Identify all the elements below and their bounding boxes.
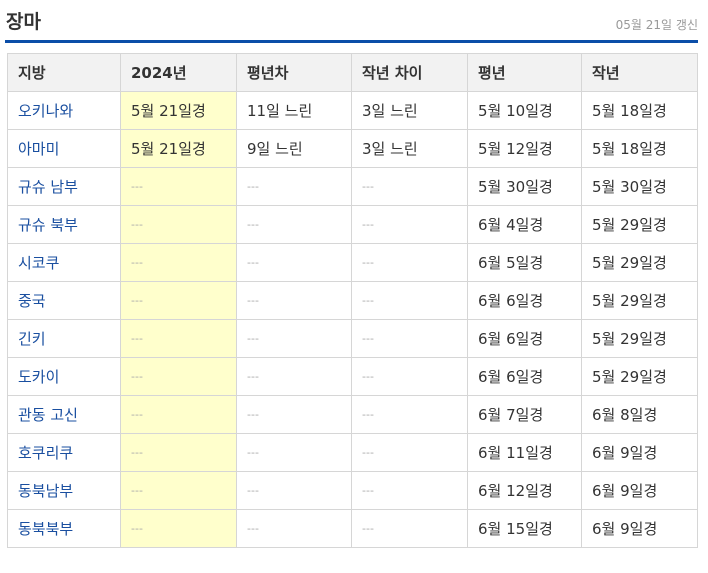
region-link[interactable]: 시코쿠: [7, 243, 121, 282]
page-title: 장마: [6, 11, 41, 33]
table-row: 시코쿠 --- --- --- 6월 5일경 5월 29일경: [7, 243, 698, 282]
region-link[interactable]: 아마미: [7, 129, 121, 168]
table-row: 중국 --- --- --- 6월 6일경 5월 29일경: [7, 281, 698, 320]
cell-diff-normal: ---: [236, 167, 352, 206]
cell-normal: 5월 12일경: [467, 129, 582, 168]
cell-diff-normal: ---: [236, 357, 352, 396]
cell-normal: 6월 12일경: [467, 471, 582, 510]
cell-diff-last-year: ---: [351, 433, 468, 472]
table-row: 규슈 남부 --- --- --- 5월 30일경 5월 30일경: [7, 167, 698, 206]
cell-diff-last-year: ---: [351, 395, 468, 434]
column-header-last-year: 작년: [581, 53, 698, 92]
cell-diff-normal: 11일 느린: [236, 91, 352, 130]
table-row: 오키나와 5월 21일경 11일 느린 3일 느린 5월 10일경 5월 18일경: [7, 91, 698, 130]
cell-normal: 6월 5일경: [467, 243, 582, 282]
cell-last-year: 6월 8일경: [581, 395, 698, 434]
region-link[interactable]: 오키나와: [7, 91, 121, 130]
column-header-normal: 평년: [467, 53, 582, 92]
cell-diff-last-year: ---: [351, 357, 468, 396]
cell-normal: 6월 6일경: [467, 281, 582, 320]
cell-diff-normal: 9일 느린: [236, 129, 352, 168]
region-link[interactable]: 규슈 북부: [7, 205, 121, 244]
cell-normal: 6월 6일경: [467, 357, 582, 396]
cell-normal: 5월 10일경: [467, 91, 582, 130]
column-header-2024: 2024년: [120, 53, 237, 92]
cell-normal: 5월 30일경: [467, 167, 582, 206]
region-link[interactable]: 긴키: [7, 319, 121, 358]
cell-diff-last-year: ---: [351, 471, 468, 510]
region-link[interactable]: 도카이: [7, 357, 121, 396]
cell-diff-normal: ---: [236, 433, 352, 472]
cell-2024: 5월 21일경: [120, 91, 237, 130]
cell-diff-last-year: 3일 느린: [351, 91, 468, 130]
cell-diff-normal: ---: [236, 509, 352, 548]
table-header-row: 지방 2024년 평년차 작년 차이 평년 작년: [7, 53, 698, 92]
cell-diff-last-year: ---: [351, 167, 468, 206]
cell-diff-last-year: ---: [351, 281, 468, 320]
table-row: 호쿠리쿠 --- --- --- 6월 11일경 6월 9일경: [7, 433, 698, 472]
cell-2024: ---: [120, 243, 237, 282]
region-link[interactable]: 동북남부: [7, 471, 121, 510]
cell-last-year: 6월 9일경: [581, 471, 698, 510]
cell-last-year: 5월 30일경: [581, 167, 698, 206]
cell-2024: ---: [120, 319, 237, 358]
cell-last-year: 5월 29일경: [581, 243, 698, 282]
region-link[interactable]: 중국: [7, 281, 121, 320]
region-link[interactable]: 동북북부: [7, 509, 121, 548]
cell-diff-normal: ---: [236, 281, 352, 320]
table-row: 도카이 --- --- --- 6월 6일경 5월 29일경: [7, 357, 698, 396]
column-header-diff-normal: 평년차: [236, 53, 352, 92]
cell-normal: 6월 11일경: [467, 433, 582, 472]
cell-2024: ---: [120, 167, 237, 206]
cell-last-year: 5월 29일경: [581, 357, 698, 396]
cell-last-year: 5월 18일경: [581, 129, 698, 168]
region-link[interactable]: 호쿠리쿠: [7, 433, 121, 472]
table-row: 동북남부 --- --- --- 6월 12일경 6월 9일경: [7, 471, 698, 510]
cell-normal: 6월 4일경: [467, 205, 582, 244]
cell-2024: ---: [120, 395, 237, 434]
table-row: 긴키 --- --- --- 6월 6일경 5월 29일경: [7, 319, 698, 358]
table-row: 아마미 5월 21일경 9일 느린 3일 느린 5월 12일경 5월 18일경: [7, 129, 698, 168]
cell-last-year: 5월 29일경: [581, 281, 698, 320]
table-row: 관동 고신 --- --- --- 6월 7일경 6월 8일경: [7, 395, 698, 434]
cell-diff-normal: ---: [236, 395, 352, 434]
cell-last-year: 6월 9일경: [581, 509, 698, 548]
section-header: 장마 05월 21일 갱신: [5, 0, 698, 43]
cell-2024: ---: [120, 509, 237, 548]
cell-last-year: 5월 29일경: [581, 319, 698, 358]
cell-2024: ---: [120, 281, 237, 320]
cell-normal: 6월 7일경: [467, 395, 582, 434]
rainy-season-table: 지방 2024년 평년차 작년 차이 평년 작년 오키나와 5월 21일경 11일 …: [7, 53, 698, 548]
region-link[interactable]: 관동 고신: [7, 395, 121, 434]
table-row: 동북북부 --- --- --- 6월 15일경 6월 9일경: [7, 509, 698, 548]
cell-diff-last-year: ---: [351, 243, 468, 282]
cell-diff-normal: ---: [236, 243, 352, 282]
cell-last-year: 5월 29일경: [581, 205, 698, 244]
cell-normal: 6월 15일경: [467, 509, 582, 548]
column-header-diff-last-year: 작년 차이: [351, 53, 468, 92]
table-row: 규슈 북부 --- --- --- 6월 4일경 5월 29일경: [7, 205, 698, 244]
cell-diff-last-year: 3일 느린: [351, 129, 468, 168]
cell-diff-normal: ---: [236, 471, 352, 510]
region-link[interactable]: 규슈 남부: [7, 167, 121, 206]
cell-diff-last-year: ---: [351, 509, 468, 548]
cell-2024: 5월 21일경: [120, 129, 237, 168]
column-header-region: 지방: [7, 53, 121, 92]
cell-2024: ---: [120, 205, 237, 244]
cell-last-year: 6월 9일경: [581, 433, 698, 472]
cell-normal: 6월 6일경: [467, 319, 582, 358]
cell-diff-normal: ---: [236, 205, 352, 244]
cell-diff-last-year: ---: [351, 319, 468, 358]
cell-diff-normal: ---: [236, 319, 352, 358]
cell-2024: ---: [120, 433, 237, 472]
cell-2024: ---: [120, 471, 237, 510]
cell-2024: ---: [120, 357, 237, 396]
cell-last-year: 5월 18일경: [581, 91, 698, 130]
cell-diff-last-year: ---: [351, 205, 468, 244]
updated-date: 05월 21일 갱신: [615, 18, 698, 32]
